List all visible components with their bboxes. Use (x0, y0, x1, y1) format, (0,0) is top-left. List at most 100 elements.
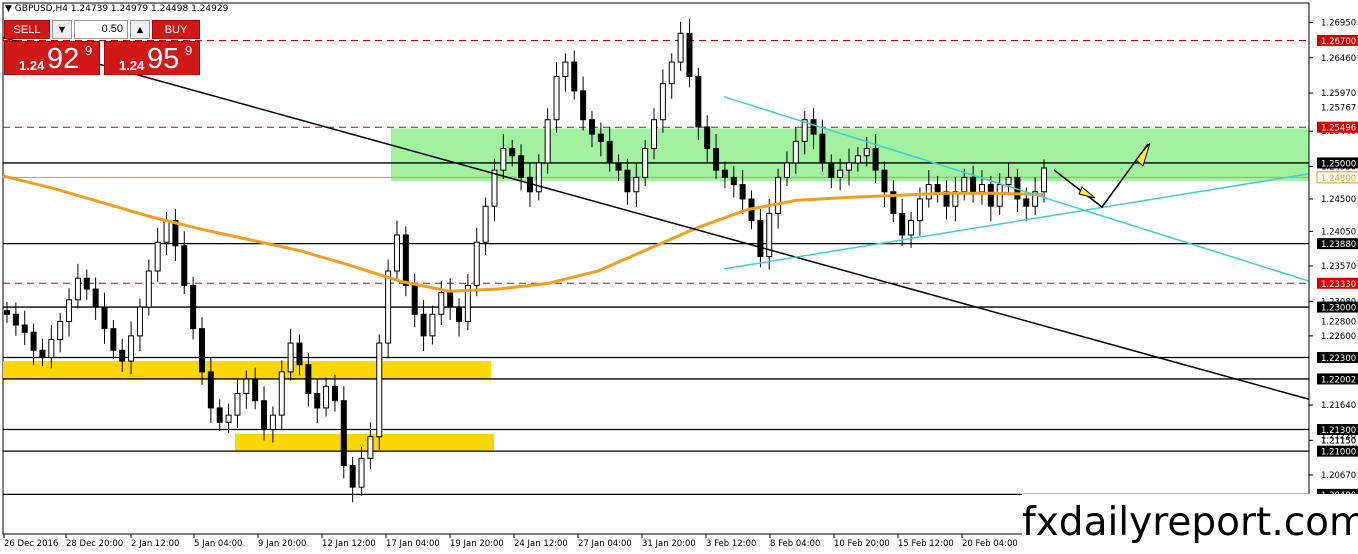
candle-body (323, 385, 330, 409)
candle-body (305, 364, 312, 395)
resistance-tag: 1.26700 (1321, 37, 1356, 47)
candle-body (606, 140, 613, 164)
candle-body (633, 176, 640, 193)
y-tick-label: 1.22600 (1321, 332, 1356, 342)
candle-body (358, 457, 365, 488)
buy-price-small: 1.24 (119, 58, 145, 73)
candle-body (234, 393, 241, 416)
candle-body (340, 400, 347, 467)
sell-price-small: 1.24 (19, 58, 45, 73)
candle-body (314, 393, 321, 409)
y-tick-label: 1.26460 (1321, 54, 1356, 64)
candle-body (544, 119, 551, 164)
support-tag: 1.23880 (1321, 240, 1356, 250)
candle-body (1023, 198, 1030, 207)
candle-body (730, 176, 737, 186)
candle-body (92, 288, 99, 308)
candle-body (30, 331, 37, 351)
candle-body (597, 133, 604, 142)
x-tick-label: 28 Dec 20:00 (66, 539, 123, 549)
sell-button[interactable]: SELL (4, 20, 50, 39)
candle-body (473, 241, 480, 286)
candle-body (863, 148, 870, 157)
resistance-tag: 1.25496 (1321, 124, 1356, 134)
x-tick-label: 31 Jan 20:00 (642, 539, 696, 549)
candle-body (713, 148, 720, 171)
candle-body (961, 176, 968, 193)
candle-body (447, 292, 454, 308)
x-tick-label: 26 Dec 2016 (4, 539, 58, 549)
y-tick-label: 1.20670 (1321, 471, 1356, 481)
candle-body (828, 162, 835, 178)
candle-body (456, 306, 463, 322)
candle-body (154, 241, 161, 272)
y-tick-label: 1.24500 (1321, 195, 1356, 205)
candle-body (243, 378, 250, 395)
candle-body (509, 148, 516, 157)
ohlc-values: 1.24739 1.24979 1.24498 1.24929 (70, 4, 229, 14)
volume-down-icon[interactable]: ▼ (52, 20, 72, 39)
candle-body (783, 162, 790, 178)
candle-body (916, 198, 923, 222)
candle-body (686, 32, 693, 77)
buy-price[interactable]: 1.24 95 9 (104, 41, 200, 75)
buy-price-sup: 9 (185, 43, 193, 58)
candle-body (429, 313, 436, 337)
candle-body (535, 162, 542, 193)
candle-body (190, 284, 197, 330)
watermark: fxdailyreport.com (1022, 494, 1358, 554)
volume-input[interactable]: 0.50 (74, 20, 128, 39)
candle-body (385, 270, 392, 344)
support-tag: 1.23000 (1321, 304, 1356, 314)
x-tick-label: 17 Jan 04:00 (386, 539, 440, 549)
symbol-label: GBPUSD,H4 (14, 4, 68, 14)
candle-body (163, 220, 170, 243)
candle-body (491, 169, 498, 207)
candle-body (695, 75, 702, 128)
candle-body (74, 277, 81, 301)
buy-button[interactable]: BUY (152, 20, 200, 39)
volume-up-icon[interactable]: ▲ (130, 20, 150, 39)
x-tick-label: 20 Feb 04:00 (962, 539, 1018, 549)
candle-body (278, 371, 285, 416)
candle-body (482, 205, 489, 243)
candle-body (349, 465, 356, 488)
candle-body (4, 310, 10, 315)
candle-body (908, 220, 915, 236)
candle-body (571, 61, 578, 92)
header-dropdown-icon[interactable]: ▼ (5, 4, 12, 14)
candle-body (207, 371, 214, 409)
candle-body (934, 184, 941, 193)
x-tick-label: 15 Feb 12:00 (898, 539, 954, 549)
candle-body (588, 119, 595, 135)
candle-body (872, 148, 879, 171)
candle-body (668, 61, 675, 85)
x-tick-label: 10 Feb 20:00 (834, 539, 890, 549)
price-chart: 1.269501.264601.259701.254401.249501.245… (2, 2, 1358, 549)
candle-body (393, 234, 400, 272)
sell-price[interactable]: 1.24 92 9 (4, 41, 100, 75)
candle-body (854, 155, 861, 164)
candle-body (792, 140, 799, 164)
candle-body (580, 90, 587, 121)
plot-frame (2, 2, 1310, 535)
y-tick-label: 1.21640 (1321, 401, 1356, 411)
candle-body (642, 148, 649, 178)
support-tag: 1.25000 (1321, 159, 1356, 169)
candle-body (296, 342, 303, 366)
y-tick-label: 1.24050 (1321, 227, 1356, 237)
candle-body (21, 324, 28, 333)
candle-body (128, 335, 135, 362)
zone-yellow (3, 361, 491, 380)
candle-body (119, 349, 126, 362)
candle-body (624, 169, 631, 193)
x-tick-label: 12 Jan 12:00 (322, 539, 376, 549)
candle-body (615, 162, 622, 171)
candle-body (721, 169, 728, 178)
candle-body (402, 234, 409, 286)
chart-header: ▼ GBPUSD,H4 1.24739 1.24979 1.24498 1.24… (5, 4, 228, 14)
x-tick-label: 3 Feb 12:00 (706, 539, 756, 549)
candle-body (367, 436, 374, 459)
candle-body (48, 338, 55, 358)
one-click-trade-panel: SELL ▼ 0.50 ▲ BUY 1.24 92 9 1.24 95 9 (4, 20, 200, 75)
